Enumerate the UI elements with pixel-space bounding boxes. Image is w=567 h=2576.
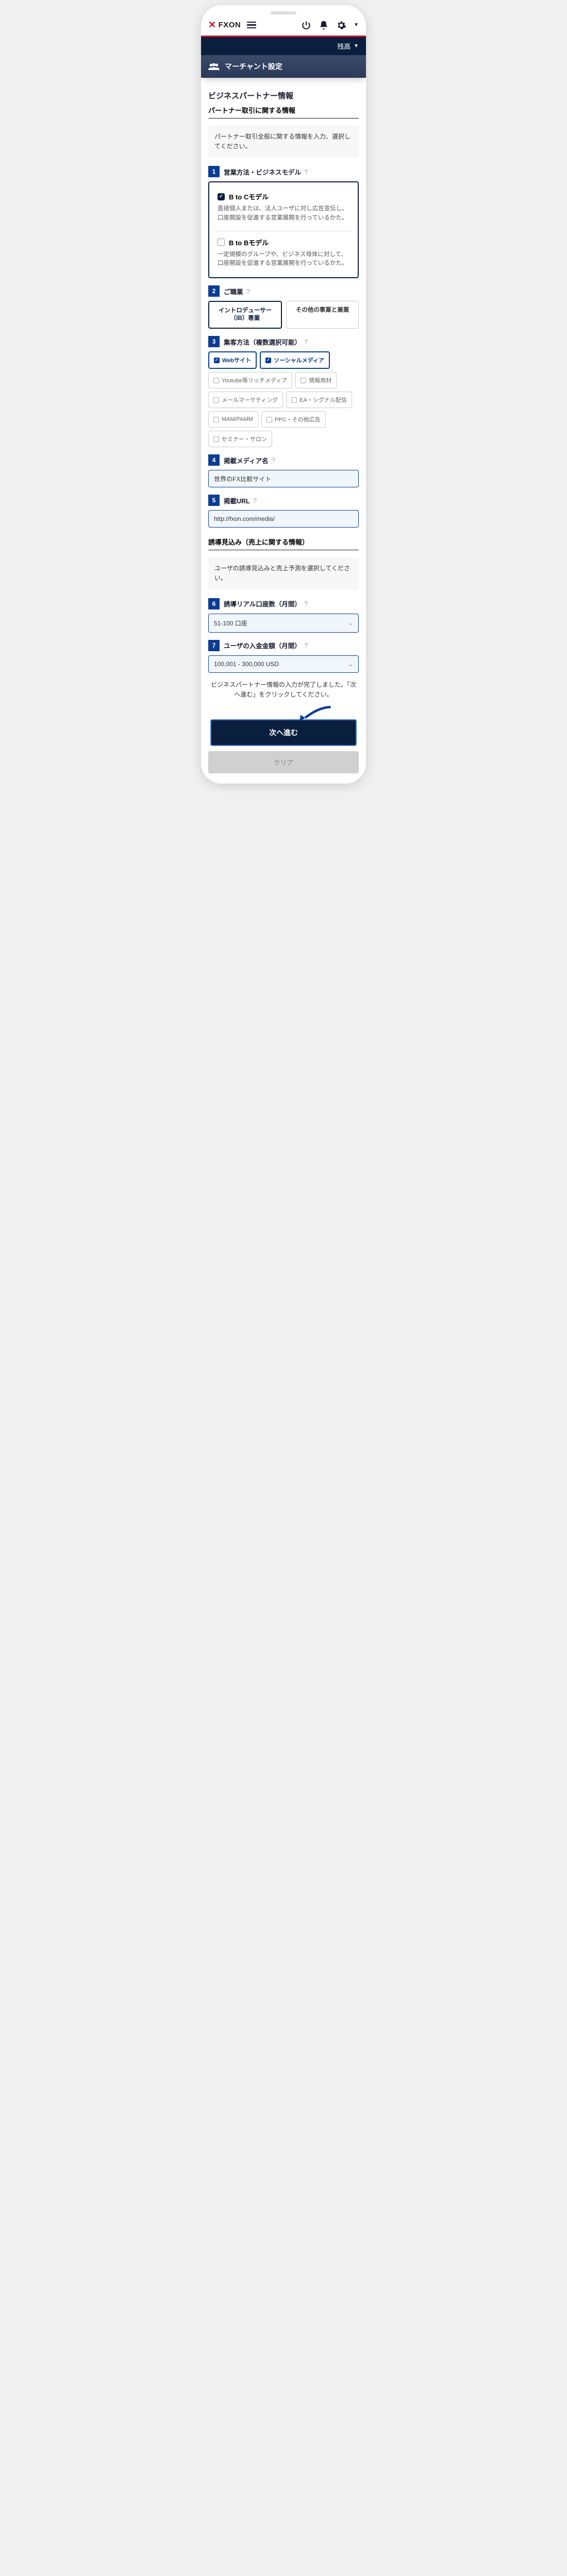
tag-seminar[interactable]: セミナー・サロン	[208, 431, 272, 447]
header-right: ▼	[301, 20, 359, 30]
next-button[interactable]: 次へ進む	[210, 719, 357, 746]
media-name-input[interactable]	[208, 470, 359, 487]
help-icon[interactable]: ?	[272, 456, 276, 464]
device-frame: ✕ FXON ▼ 残高 ▼ マーチャント設定 ビジネスパートナー情報 パートナー…	[201, 5, 366, 784]
model-group: ✓B to Cモデル 直接個人または、法人ユーザに対し広告宣伝し、口座開設を促進…	[208, 181, 359, 278]
checkbox-icon: ✓	[218, 193, 225, 200]
model-option-b2b[interactable]: B to Bモデル 一定規模のグループや、ビジネス母体に対して、口座開設を促進す…	[214, 231, 353, 273]
bell-icon[interactable]	[319, 20, 329, 30]
field-occupation: 2ご職業? イントロデューサー（IB）専業 その他の事業と兼業	[208, 285, 359, 329]
note-b: ユーザの誘導見込みと売上予測を選択してください。	[208, 557, 359, 589]
gear-icon[interactable]	[336, 20, 346, 30]
tag-ppc[interactable]: PPC・その他広告	[261, 411, 326, 428]
arrow-icon	[287, 705, 333, 723]
header-left: ✕ FXON	[208, 20, 256, 30]
footer-note: ビジネスパートナー情報の入力が完了しました。「次へ進む」をクリックしてください。	[208, 680, 359, 700]
accounts-select[interactable]: 51-100 口座 ⌄	[208, 614, 359, 633]
field-media-url: 5掲載URL?	[208, 495, 359, 528]
section-title-text: マーチャント設定	[225, 61, 282, 72]
tag-group: Webサイト ソーシャルメディア Youtube等リッチメディア 情報商材 メー…	[208, 351, 359, 447]
model-option-b2c[interactable]: ✓B to Cモデル 直接個人または、法人ユーザに対し広告宣伝し、口座開設を促進…	[214, 188, 353, 227]
logo-mark-icon: ✕	[208, 20, 216, 30]
field-acquisition: 3集客方法（複数選択可能）? Webサイト ソーシャルメディア Youtube等…	[208, 336, 359, 447]
balance-bar[interactable]: 残高 ▼	[201, 37, 366, 55]
app-header: ✕ FXON ▼	[201, 5, 366, 37]
field-media-name: 4掲載メディア名?	[208, 454, 359, 487]
tag-info[interactable]: 情報商材	[295, 372, 337, 388]
menu-icon[interactable]	[247, 22, 256, 29]
help-icon[interactable]: ?	[253, 497, 257, 504]
clear-button[interactable]: クリア	[208, 751, 359, 773]
field-accounts: 6誘導リアル口座数（月間）? 51-100 口座 ⌄	[208, 598, 359, 633]
content: ビジネスパートナー情報 パートナー取引に関する情報 パートナー取引全般に関する情…	[201, 85, 366, 784]
help-icon[interactable]: ?	[304, 600, 308, 607]
help-icon[interactable]: ?	[304, 338, 308, 346]
page-title: ビジネスパートナー情報	[208, 90, 359, 101]
radio-ib[interactable]: イントロデューサー（IB）専業	[208, 301, 282, 329]
section-header: マーチャント設定	[201, 55, 366, 78]
field-business-model: 1 営業方法・ビジネスモデル ? ✓B to Cモデル 直接個人または、法人ユー…	[208, 166, 359, 278]
help-icon[interactable]: ?	[246, 287, 251, 295]
tag-website[interactable]: Webサイト	[208, 351, 257, 369]
subsection-b: 誘導見込み（売上に関する情報）	[208, 537, 359, 550]
checkbox-icon	[218, 239, 225, 246]
note-a: パートナー取引全般に関する情報を入力、選択してください。	[208, 126, 359, 158]
chevron-down-icon: ▼	[354, 43, 359, 49]
radio-group: イントロデューサー（IB）専業 その他の事業と兼業	[208, 301, 359, 329]
help-icon[interactable]: ?	[304, 641, 308, 649]
field-label: 1 営業方法・ビジネスモデル ?	[208, 166, 359, 177]
balance-label: 残高	[337, 41, 351, 51]
radio-other[interactable]: その他の事業と兼業	[286, 301, 359, 329]
subsection-a: パートナー取引に関する情報	[208, 105, 359, 118]
media-url-input[interactable]	[208, 510, 359, 528]
tag-mail[interactable]: メールマーケティング	[208, 392, 283, 408]
chevron-down-icon[interactable]: ▼	[354, 22, 359, 28]
step-number: 1	[208, 166, 220, 177]
brand-logo[interactable]: ✕ FXON	[208, 20, 241, 30]
deposit-select[interactable]: 100,001 - 300,000 USD ⌄	[208, 655, 359, 673]
tag-ea[interactable]: EA・シグナル配信	[286, 392, 352, 408]
tag-youtube[interactable]: Youtube等リッチメディア	[208, 372, 292, 388]
tag-mam[interactable]: MAM/PAMM	[208, 411, 258, 428]
power-icon[interactable]	[301, 20, 311, 30]
chevron-down-icon: ⌄	[348, 660, 353, 668]
field-deposit: 7ユーザの入金金額（月間）? 100,001 - 300,000 USD ⌄	[208, 640, 359, 673]
users-icon	[208, 62, 220, 71]
chevron-down-icon: ⌄	[348, 619, 353, 626]
brand-text: FXON	[219, 21, 241, 29]
tag-social[interactable]: ソーシャルメディア	[260, 351, 330, 369]
help-icon[interactable]: ?	[304, 168, 308, 176]
